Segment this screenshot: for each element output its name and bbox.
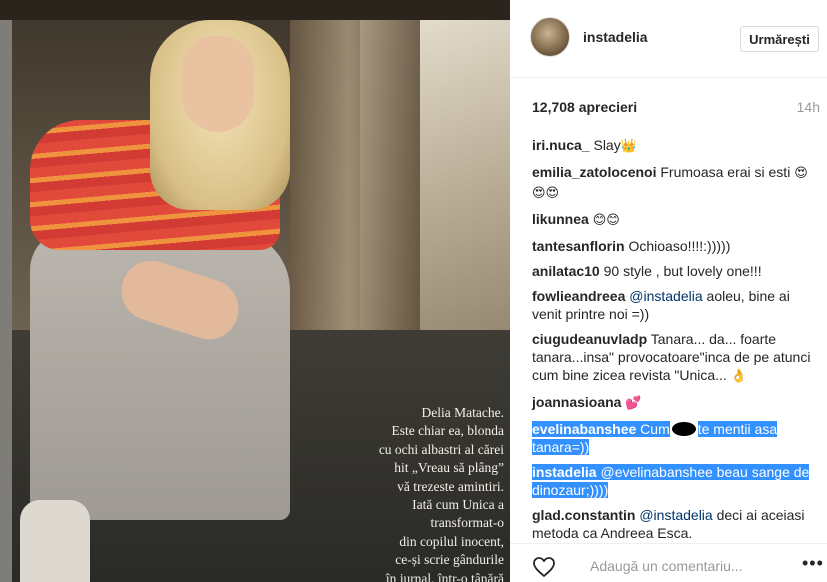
- comment-user[interactable]: fowlieandreea: [532, 288, 625, 304]
- comment-user[interactable]: anilatac10: [532, 263, 600, 279]
- comment: anilatac10 90 style , but lovely one!!!: [532, 262, 820, 280]
- comment-mention[interactable]: @instadelia: [629, 288, 702, 304]
- likes-row: 12,708 aprecieri 14h: [532, 99, 820, 119]
- comment-text: Cum: [640, 421, 670, 437]
- photo-shoe: [20, 500, 90, 582]
- photo-wooden-post: [0, 20, 12, 582]
- add-comment-input[interactable]: [590, 554, 795, 578]
- comment-user[interactable]: tantesanflorin: [532, 238, 625, 254]
- comment: glad.constantin @instadelia deci ai acei…: [532, 506, 820, 542]
- post-time[interactable]: 14h: [797, 99, 820, 115]
- comment-text: Frumoasa erai si esti: [656, 164, 795, 180]
- comment-footer: •••: [510, 543, 827, 582]
- likes-count[interactable]: 12,708 aprecieri: [532, 99, 637, 115]
- comment: iri.nuca_ Slay👑: [532, 136, 820, 156]
- comment: likunnea 😊😊: [532, 210, 820, 230]
- comment: joannasioana 💕: [532, 393, 820, 413]
- heart-icon[interactable]: [532, 555, 556, 579]
- two-hearts-emoji-icon: 💕: [625, 396, 642, 411]
- photo-wall-shade: [0, 0, 510, 20]
- more-options-icon[interactable]: •••: [802, 554, 824, 576]
- comment-text: 90 style , but lovely one!!!: [599, 263, 762, 279]
- photo-tree-trunk: [290, 20, 420, 350]
- comment-mention[interactable]: @evelinabanshee: [600, 464, 713, 480]
- comment-user[interactable]: evelinabanshee: [532, 421, 637, 437]
- post-side-panel: instadelia Urmărești 12,708 aprecieri 14…: [510, 0, 827, 582]
- crown-emoji-icon: 👑: [620, 139, 637, 154]
- comment-selected: instadelia @evelinabanshee beau sange de…: [532, 463, 820, 499]
- comment-user[interactable]: iri.nuca_: [532, 137, 590, 153]
- comment-selected: evelinabanshee Cum te mentii asa tanara=)…: [532, 420, 820, 456]
- comment: tantesanflorin Ochioaso!!!!:))))): [532, 237, 820, 255]
- post-photo[interactable]: Delia Matache. Este chiar ea, blonda cu …: [0, 0, 510, 582]
- magazine-caption: Delia Matache. Este chiar ea, blonda cu …: [378, 405, 504, 582]
- comments-list: iri.nuca_ Slay👑 emilia_zatolocenoi Frumo…: [532, 136, 820, 549]
- header-username[interactable]: instadelia: [583, 29, 648, 45]
- comment-user[interactable]: glad.constantin: [532, 507, 635, 523]
- comment-mention[interactable]: @instadelia: [639, 507, 712, 523]
- comment-user[interactable]: instadelia: [532, 464, 597, 480]
- comment: ciugudeanuvladp Tanara... da... foarte t…: [532, 330, 820, 386]
- comment: fowlieandreea @instadelia aoleu, bine ai…: [532, 287, 820, 323]
- comment-text: Ochioaso!!!!:))))): [624, 238, 731, 254]
- ok-hand-emoji-icon: 👌: [730, 369, 747, 384]
- following-button[interactable]: Urmărești: [740, 26, 819, 52]
- post-header: instadelia Urmărești: [510, 0, 827, 78]
- comment-user[interactable]: ciugudeanuvladp: [532, 331, 647, 347]
- comment-text: Slay: [589, 137, 621, 153]
- comment: emilia_zatolocenoi Frumoasa erai si esti…: [532, 163, 820, 203]
- smile-emoji-icon: 😊😊: [592, 213, 620, 228]
- avatar[interactable]: [530, 17, 570, 57]
- comment-user[interactable]: joannasioana: [532, 394, 621, 410]
- redaction-scribble-icon: [669, 420, 698, 438]
- photo-face: [182, 36, 254, 132]
- comment-user[interactable]: likunnea: [532, 211, 589, 227]
- comment-user[interactable]: emilia_zatolocenoi: [532, 164, 656, 180]
